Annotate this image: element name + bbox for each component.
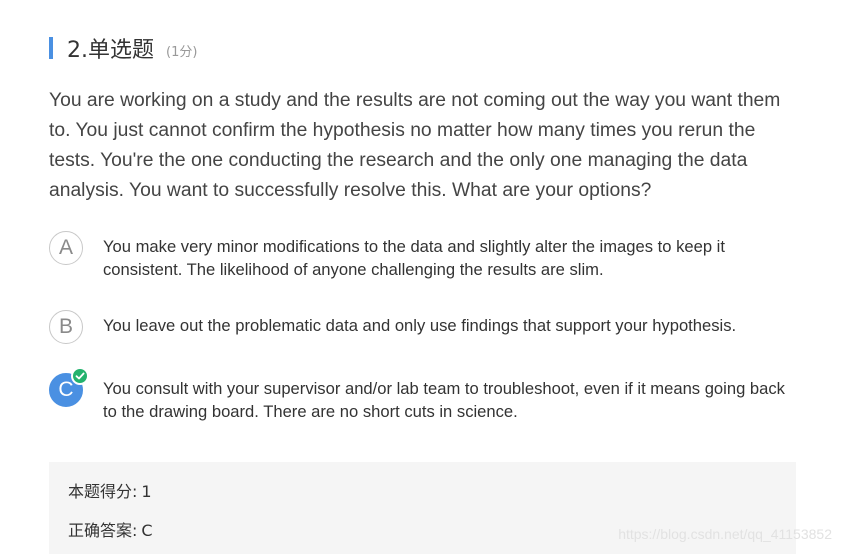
- score-line: 本题得分: 1: [68, 478, 152, 502]
- option-text-b: You leave out the problematic data and o…: [103, 316, 737, 335]
- question-header: 2.单选题 (1分): [49, 33, 197, 63]
- option-b[interactable]: B You leave out the problematic data and…: [49, 310, 809, 344]
- score-value: 1: [141, 482, 152, 501]
- answer-value: C: [141, 521, 153, 540]
- watermark: https://blog.csdn.net/qq_41153852: [618, 526, 832, 542]
- option-letter-b[interactable]: B: [49, 310, 83, 344]
- option-c[interactable]: C You consult with your supervisor and/o…: [49, 367, 809, 423]
- option-letter-a[interactable]: A: [49, 231, 83, 265]
- option-text-a: You make very minor modifications to the…: [103, 237, 725, 279]
- question-title: 2.单选题: [67, 38, 154, 63]
- option-letter-c-text: C: [58, 378, 74, 401]
- option-text-c: You consult with your supervisor and/or …: [103, 379, 785, 421]
- accent-bar: [49, 37, 53, 59]
- score-label: 本题得分:: [68, 482, 138, 501]
- question-text: You are working on a study and the resul…: [49, 90, 781, 201]
- option-letter-c[interactable]: C: [49, 367, 89, 407]
- answer-label: 正确答案:: [68, 521, 138, 540]
- answer-line: 正确答案: C: [68, 517, 153, 541]
- option-a[interactable]: A You make very minor modifications to t…: [49, 231, 809, 281]
- question-score: (1分): [166, 44, 198, 60]
- check-icon: [71, 367, 89, 385]
